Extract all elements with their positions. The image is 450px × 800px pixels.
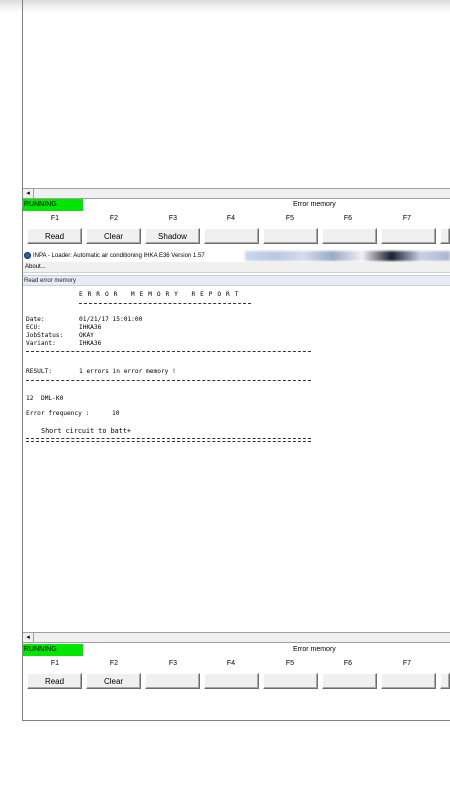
report-header: E R R O R M E M O R Y R E P O R T — [79, 291, 240, 298]
report-end-line — [26, 438, 311, 442]
blurred-taskbar-area — [245, 251, 450, 261]
scroll-left-icon[interactable]: ◂ — [23, 633, 34, 642]
scroll-left-icon[interactable]: ◂ — [23, 189, 34, 198]
ecu-label: ECU: — [26, 324, 41, 331]
fkey-label-f4: F4 — [226, 660, 236, 667]
fkey-label-f1: F1 — [50, 215, 60, 222]
running-indicator: RUNNING — [23, 199, 83, 211]
read-button[interactable]: Read — [27, 673, 82, 689]
variant-label: Variant: — [26, 340, 56, 347]
upper-function-buttons: Read Clear Shadow — [23, 228, 450, 246]
separator-line — [26, 351, 311, 353]
screen-subtitle: Read error memory — [23, 275, 450, 286]
fkey-label-f3: F3 — [168, 660, 178, 667]
f7-button[interactable] — [381, 228, 436, 244]
fkey-label-f6: F6 — [343, 215, 353, 222]
running-indicator: RUNNING — [23, 644, 83, 656]
upper-status-bar: RUNNING Error memory — [23, 199, 450, 211]
error-frequency-label: Error frequency : — [26, 410, 90, 417]
upper-horizontal-scrollbar[interactable]: ◂ — [23, 188, 450, 199]
lower-status-bar: RUNNING Error memory — [23, 644, 450, 656]
f5-button[interactable] — [263, 228, 318, 244]
lower-horizontal-scrollbar[interactable]: ◂ — [23, 632, 450, 643]
report-output-area: E R R O R M E M O R Y R E P O R T Date: … — [23, 286, 450, 631]
result-value: 1 errors in error memory ! — [79, 368, 176, 375]
fkey-label-f3: F3 — [168, 215, 178, 222]
read-button[interactable]: Read — [27, 228, 82, 244]
variant-value: IHKA36 — [79, 340, 102, 347]
jobstatus-label: JobStatus: — [26, 332, 64, 339]
f6-button[interactable] — [322, 673, 377, 689]
fkey-label-f7: F7 — [402, 660, 412, 667]
menu-about[interactable]: About... — [23, 264, 46, 270]
f8-button[interactable] — [440, 228, 450, 244]
window-bottom-border — [22, 720, 450, 721]
fkey-label-f5: F5 — [285, 215, 295, 222]
fkey-label-f7: F7 — [402, 215, 412, 222]
fkey-label-f2: F2 — [109, 215, 119, 222]
shadow-button[interactable]: Shadow — [145, 228, 200, 244]
f7-button[interactable] — [381, 673, 436, 689]
error-name: DML-K0 — [41, 395, 64, 402]
f4-button[interactable] — [204, 228, 259, 244]
status-title: Error memory — [293, 646, 336, 653]
fkey-label-f1: F1 — [50, 660, 60, 667]
inpa-app-icon — [24, 252, 31, 259]
f3-button[interactable] — [145, 673, 200, 689]
status-title: Error memory — [293, 201, 336, 208]
clear-button[interactable]: Clear — [86, 673, 141, 689]
f8-button[interactable] — [440, 673, 450, 689]
window-title: INPA - Loader: Automatic air conditionin… — [33, 253, 205, 259]
date-value: 01/21/17 15:01:00 — [79, 316, 143, 323]
header-underline — [79, 303, 251, 305]
lower-function-buttons: Read Clear — [23, 673, 450, 691]
upper-output-area — [23, 12, 450, 188]
f4-button[interactable] — [204, 673, 259, 689]
clear-button[interactable]: Clear — [86, 228, 141, 244]
result-label: RESULT: — [26, 368, 53, 375]
top-shadow — [0, 0, 450, 12]
upper-function-key-labels: F1 F2 F3 F4 F5 F6 F7 — [23, 213, 450, 225]
ecu-value: IHKA36 — [79, 324, 102, 331]
jobstatus-value: OKAY — [79, 332, 94, 339]
fkey-label-f5: F5 — [285, 660, 295, 667]
f6-button[interactable] — [322, 228, 377, 244]
f5-button[interactable] — [263, 673, 318, 689]
error-frequency-value: 10 — [112, 410, 120, 417]
fkey-label-f4: F4 — [226, 215, 236, 222]
lower-function-key-labels: F1 F2 F3 F4 F5 F6 F7 — [23, 658, 450, 670]
date-label: Date: — [26, 316, 45, 323]
separator-line — [26, 380, 311, 382]
menu-bar: About... — [23, 262, 450, 273]
error-description: Short circuit to batt+ — [41, 427, 132, 435]
error-code: 12 — [26, 395, 34, 402]
fkey-label-f6: F6 — [343, 660, 353, 667]
fkey-label-f2: F2 — [109, 660, 119, 667]
